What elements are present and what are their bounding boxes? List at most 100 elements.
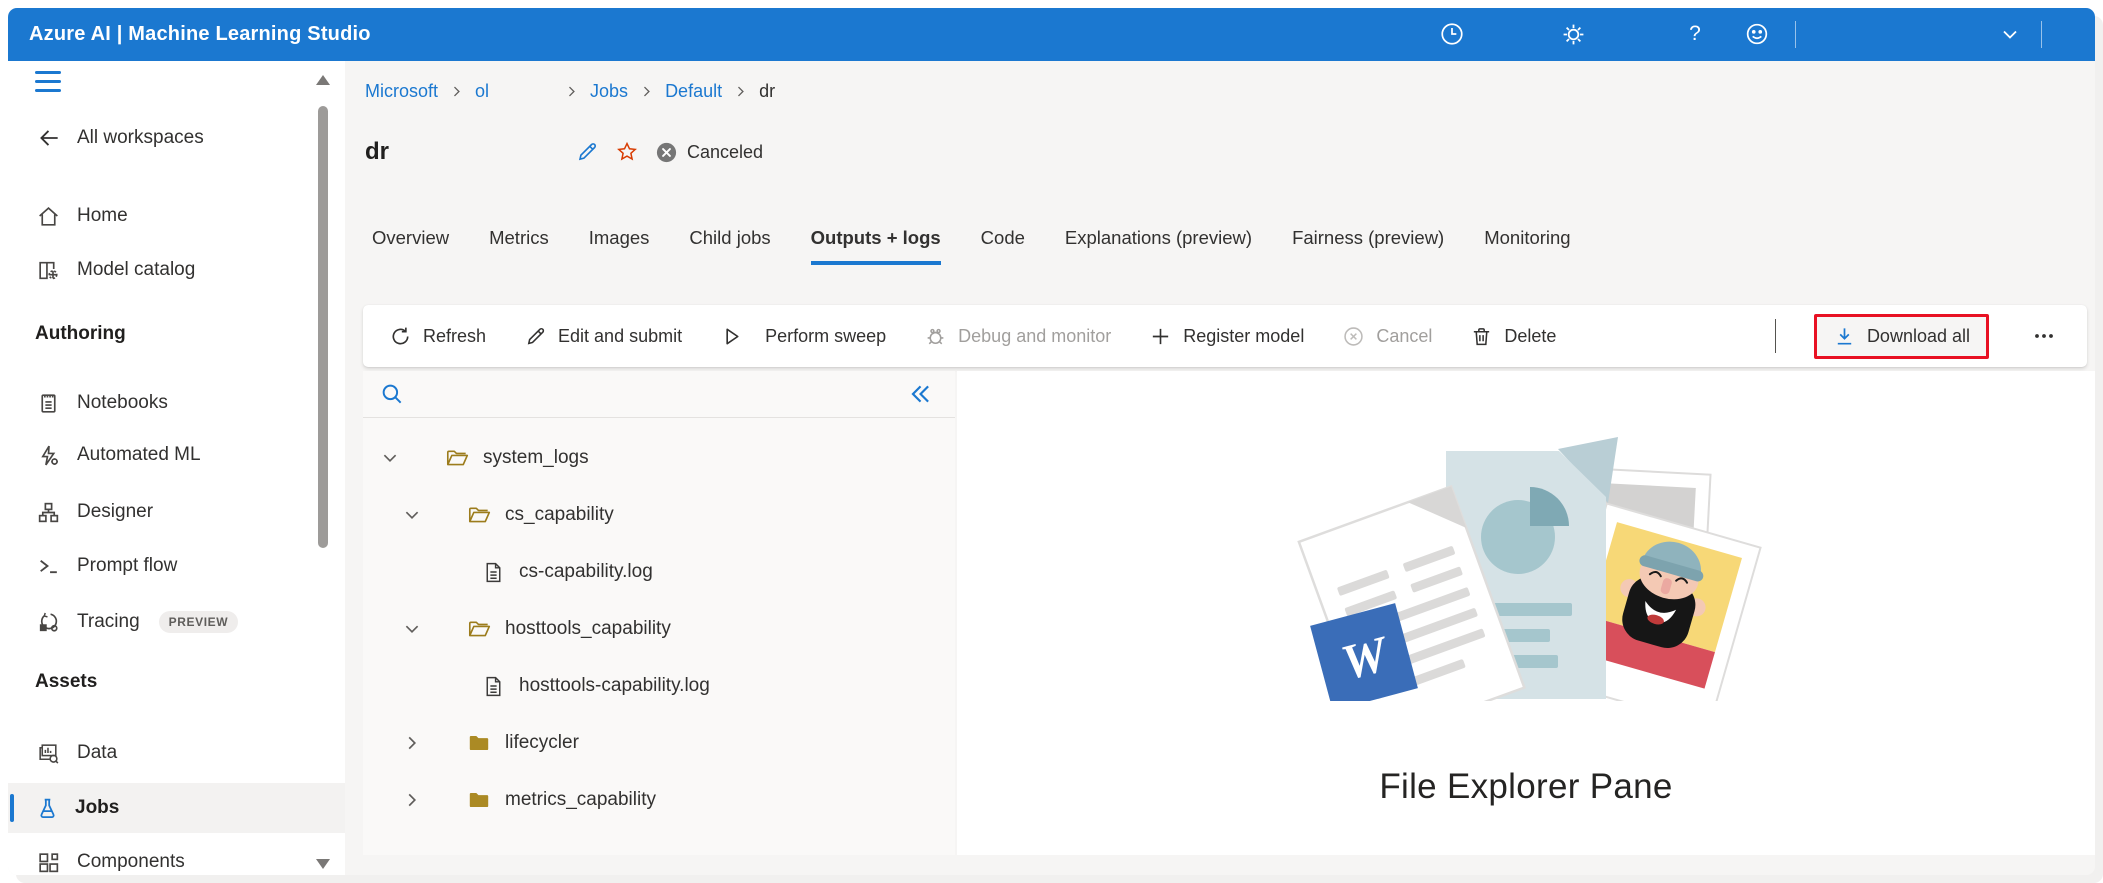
button-label: Register model [1183,326,1304,347]
tab-monitoring[interactable]: Monitoring [1484,227,1570,265]
debug-and-monitor-button[interactable]: Debug and monitor [924,325,1111,348]
sidebar-item-designer[interactable]: Designer [8,492,345,532]
edit-job-name-button[interactable] [575,140,599,164]
delete-button[interactable]: Delete [1470,325,1556,348]
scroll-down-arrow[interactable] [316,859,330,869]
tree-row-file[interactable]: hosttools-capability.log [363,658,955,714]
chevron-right-icon[interactable] [401,791,423,809]
sidebar-item-label: Components [77,851,185,873]
sidebar-item-tracing[interactable]: Tracing PREVIEW [8,602,345,642]
scrollbar-thumb[interactable] [318,106,328,548]
button-label: Perform sweep [765,326,886,347]
tree-row-folder[interactable]: metrics_capability [363,772,955,828]
cancel-circle-icon [1342,325,1365,348]
left-nav-sidebar: All workspaces Home Model catalog Author… [8,61,345,875]
tab-explanations[interactable]: Explanations (preview) [1065,227,1252,265]
command-bar: Refresh Edit and submit Perform sweep [363,305,2087,367]
breadcrumb: Microsoft ol Jobs Default dr [365,81,775,102]
favorite-star-button[interactable] [615,140,639,164]
download-icon [1833,325,1856,348]
refresh-button[interactable]: Refresh [389,325,486,348]
topbar-divider [1795,21,1796,48]
folder-closed-icon [465,787,493,813]
tree-item-label: cs_capability [505,504,614,526]
button-label: Delete [1504,326,1556,347]
sidebar-item-prompt-flow[interactable]: Prompt flow [8,546,345,586]
history-clock-icon[interactable] [1437,19,1467,49]
feedback-smiley-icon[interactable] [1742,19,1772,49]
app-window: Azure AI | Machine Learning Studio ? [8,8,2095,875]
tree-row-folder[interactable]: cs_capability [363,487,955,543]
tree-toolbar [363,371,955,418]
collapse-pane-button[interactable] [907,381,935,409]
tree-item-label: hosttools-capability.log [519,675,710,697]
help-icon[interactable]: ? [1680,19,1710,49]
tree-item-label: metrics_capability [505,789,656,811]
plus-icon [1149,325,1172,348]
folder-open-icon [443,445,471,471]
sidebar-item-model-catalog[interactable]: Model catalog [8,250,345,290]
breadcrumb-item[interactable]: Default [665,81,722,102]
tab-child-jobs[interactable]: Child jobs [689,227,770,265]
breadcrumb-chevron-icon [450,85,463,98]
tab-overview[interactable]: Overview [372,227,449,265]
chevron-right-icon[interactable] [401,734,423,752]
model-catalog-icon [35,257,62,284]
chevron-down-icon[interactable] [379,449,401,467]
components-icon [35,849,62,876]
clock-icon [1439,21,1465,47]
breadcrumb-item[interactable]: Jobs [590,81,628,102]
file-icon [479,560,507,585]
sidebar-item-components[interactable]: Components [8,842,345,875]
tree-row-folder[interactable]: hosttools_capability [363,601,955,657]
automated-ml-icon [35,442,62,469]
button-label: Cancel [1376,326,1432,347]
tab-fairness[interactable]: Fairness (preview) [1292,227,1444,265]
edit-and-submit-button[interactable]: Edit and submit [524,325,682,348]
sidebar-item-data[interactable]: Data [8,733,345,773]
chevron-down-icon [1998,22,2022,46]
tab-code[interactable]: Code [981,227,1025,265]
breadcrumb-item[interactable]: Microsoft [365,81,438,102]
sidebar-item-notebooks[interactable]: Notebooks [8,383,345,423]
designer-icon [35,499,62,526]
tab-outputs-logs[interactable]: Outputs + logs [811,227,941,265]
sidebar-item-automated-ml[interactable]: Automated ML [8,435,345,475]
gear-icon [1560,21,1587,48]
more-commands-button[interactable] [2027,319,2061,353]
topbar-divider [2041,21,2042,48]
sidebar-item-jobs[interactable]: Jobs [8,783,345,833]
main-content: Microsoft ol Jobs Default dr dr [345,61,2095,875]
sidebar-scrollbar[interactable] [325,61,337,875]
scroll-up-arrow[interactable] [316,75,330,85]
sidebar-item-label: Designer [77,501,153,523]
status-label: Canceled [687,142,763,163]
account-chevron-down-icon[interactable] [1995,19,2025,49]
prompt-flow-icon [35,553,62,580]
chevron-down-icon[interactable] [401,506,423,524]
tree-row-folder[interactable]: lifecycler [363,715,955,771]
ellipsis-icon [2032,324,2056,348]
notebooks-icon [35,390,62,417]
hamburger-menu-button[interactable] [35,71,61,92]
tree-row-folder[interactable]: system_logs [363,430,955,486]
chevron-down-icon[interactable] [401,620,423,638]
tree-row-file[interactable]: cs-capability.log [363,544,955,600]
perform-sweep-button[interactable]: Perform sweep [720,325,886,348]
download-all-button[interactable]: Download all [1833,325,1970,348]
tree-item-label: cs-capability.log [519,561,653,583]
breadcrumb-chevron-icon [734,85,747,98]
all-workspaces-back[interactable]: All workspaces [8,118,345,158]
tab-metrics[interactable]: Metrics [489,227,549,265]
job-title-row: dr Canceled [365,135,763,169]
settings-gear-icon[interactable] [1558,19,1588,49]
breadcrumb-item[interactable]: ol [475,81,489,102]
register-model-button[interactable]: Register model [1149,325,1304,348]
search-files-button[interactable] [379,381,407,409]
sidebar-item-home[interactable]: Home [8,196,345,236]
cancel-button[interactable]: Cancel [1342,325,1432,348]
canceled-icon [655,141,678,164]
preview-badge: PREVIEW [159,611,239,633]
tab-images[interactable]: Images [589,227,650,265]
jobs-flask-icon [35,796,60,821]
